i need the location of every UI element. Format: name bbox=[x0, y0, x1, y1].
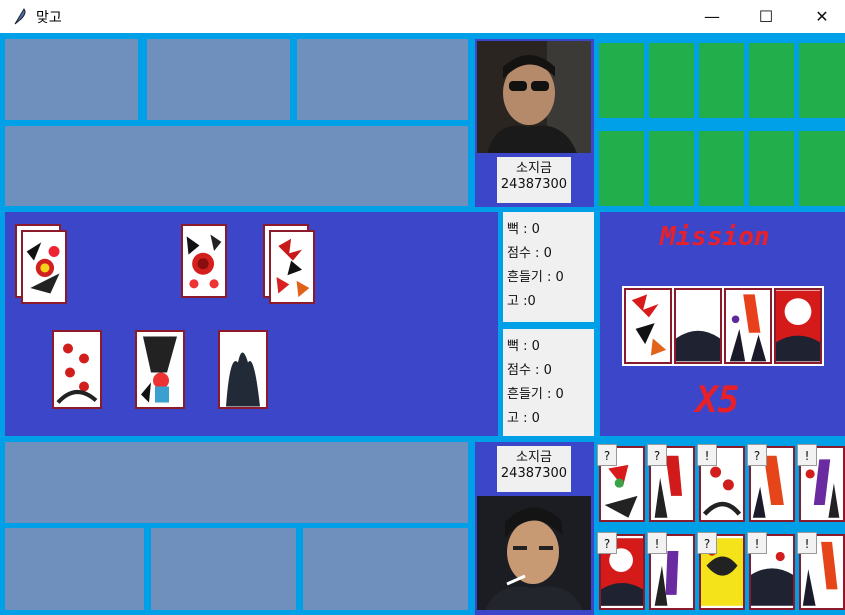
mission-panel: Mission X5 bbox=[600, 212, 845, 436]
mission-title: Mission bbox=[660, 222, 770, 252]
player-shake: 흔들기 : 0 bbox=[507, 387, 564, 402]
player-captured-slot-3 bbox=[151, 528, 296, 610]
player-go: 고 : 0 bbox=[507, 411, 540, 426]
opponent-panel: 소지금 24387300 bbox=[475, 39, 594, 207]
opponent-captured-slot-1 bbox=[5, 39, 138, 120]
opponent-captured-slot-4 bbox=[5, 126, 468, 206]
player-captured-slot-1 bbox=[5, 442, 468, 523]
field-card[interactable] bbox=[218, 330, 268, 409]
player-money-value: 24387300 bbox=[500, 466, 568, 481]
opponent-money-value: 24387300 bbox=[500, 177, 568, 192]
mission-card bbox=[624, 288, 672, 364]
field-card[interactable] bbox=[181, 224, 227, 298]
player-points: 점수 : 0 bbox=[507, 363, 552, 378]
face-down-card bbox=[699, 131, 744, 206]
hand-mark: ? bbox=[747, 444, 767, 466]
window-title: 맞고 bbox=[36, 10, 62, 26]
hand-mark: ? bbox=[597, 444, 617, 466]
player-money-label: 소지금 bbox=[516, 450, 552, 465]
opponent-avatar bbox=[477, 41, 591, 153]
maximize-button[interactable]: ☐ bbox=[743, 0, 789, 33]
mission-card bbox=[674, 288, 722, 364]
face-down-card bbox=[649, 131, 694, 206]
game-board: 소지금 24387300 뻑: 0 점수: 0 흔들기: 0 고:0 뻑… bbox=[0, 33, 845, 615]
hand-mark: ! bbox=[647, 532, 667, 554]
close-button[interactable]: ✕ bbox=[799, 0, 845, 33]
feather-icon bbox=[14, 8, 26, 25]
player-panel: 소지금 24387300 bbox=[475, 442, 594, 615]
opponent-shake: 흔들기 : 0 bbox=[507, 270, 564, 285]
field-card[interactable] bbox=[21, 230, 67, 304]
mission-card bbox=[774, 288, 822, 364]
hand-mark: ? bbox=[647, 444, 667, 466]
opponent-hand bbox=[597, 39, 845, 207]
hand-mark: ! bbox=[697, 444, 717, 466]
player-avatar bbox=[477, 496, 591, 610]
mission-multiplier: X5 bbox=[696, 380, 740, 421]
face-down-card bbox=[799, 131, 845, 206]
opponent-ppuk: 뻑 : 0 bbox=[507, 222, 540, 237]
face-down-card bbox=[649, 43, 694, 118]
hand-mark: ! bbox=[747, 532, 767, 554]
face-down-card bbox=[599, 43, 644, 118]
field-card[interactable] bbox=[135, 330, 185, 409]
title-bar: 맞고 — ☐ ✕ bbox=[0, 0, 845, 33]
face-down-card bbox=[699, 43, 744, 118]
face-down-card bbox=[599, 131, 644, 206]
field-card[interactable] bbox=[52, 330, 102, 409]
player-money-box: 소지금 24387300 bbox=[497, 446, 571, 492]
player-score-box: 뻑 : 0 점수 : 0 흔들기 : 0 고 : 0 bbox=[503, 329, 594, 436]
opponent-money-box: 소지금 24387300 bbox=[497, 157, 571, 203]
player-hand: ? ? ! ? ! ? ! ? ! ! bbox=[597, 442, 845, 615]
opponent-score-box: 뻑 : 0 점수 : 0 흔들기 : 0 고 :0 bbox=[503, 212, 594, 322]
hand-mark: ? bbox=[697, 532, 717, 554]
opponent-points: 점수 : 0 bbox=[507, 246, 552, 261]
face-down-card bbox=[749, 131, 794, 206]
mission-card bbox=[724, 288, 772, 364]
face-down-card bbox=[749, 43, 794, 118]
table-field bbox=[5, 212, 498, 436]
minimize-button[interactable]: — bbox=[689, 0, 735, 33]
player-ppuk: 뻑 : 0 bbox=[507, 339, 540, 354]
face-down-card bbox=[799, 43, 845, 118]
hand-mark: ! bbox=[797, 532, 817, 554]
opponent-money-label: 소지금 bbox=[516, 161, 552, 176]
player-captured-slot-2 bbox=[5, 528, 144, 610]
mission-cards bbox=[622, 286, 824, 366]
player-captured-slot-4 bbox=[303, 528, 468, 610]
field-card[interactable] bbox=[269, 230, 315, 304]
hand-mark: ? bbox=[597, 532, 617, 554]
hand-mark: ! bbox=[797, 444, 817, 466]
opponent-go: 고 :0 bbox=[507, 294, 536, 309]
opponent-captured-slot-3 bbox=[297, 39, 468, 120]
opponent-captured-slot-2 bbox=[147, 39, 290, 120]
